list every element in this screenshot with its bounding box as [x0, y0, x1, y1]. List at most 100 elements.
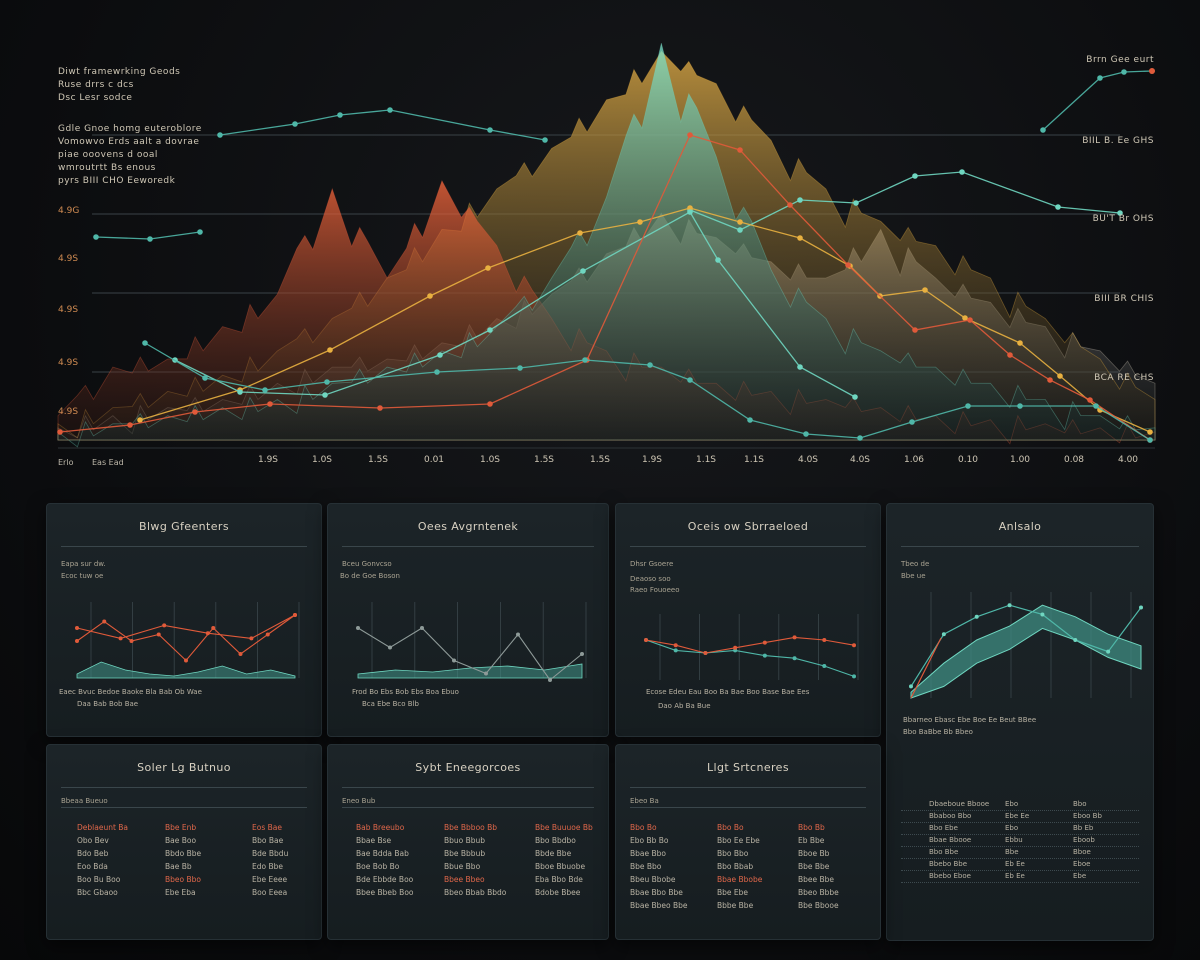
data-point	[292, 121, 298, 127]
table-cell: Bbae Bbobe	[717, 875, 763, 884]
table-cell: Bbeu Bbobe	[630, 875, 676, 884]
table-cell: Boo Bu Boo	[77, 875, 121, 884]
data-point	[703, 651, 708, 655]
list-cell: Eb Ee	[1005, 860, 1025, 868]
x-tick-label: 0.08	[1063, 455, 1085, 465]
panel-title: Oees Avgrntenek	[417, 520, 519, 533]
panel-footer: Bbo BaBbe Bb Bbeo	[903, 728, 973, 736]
table-cell: Bbc Gbaoo	[77, 888, 118, 897]
series-line	[76, 614, 296, 639]
data-point	[1040, 612, 1045, 617]
panel-line-chart-1[interactable]: Blwg Gfeenters Eapa sur dw. Ecoc tuw oe …	[46, 503, 322, 737]
list-divider	[901, 882, 1139, 884]
data-point	[1017, 403, 1023, 409]
data-point	[582, 357, 588, 363]
data-point	[118, 636, 123, 641]
table-header: Eos Bae	[252, 823, 282, 832]
x-tick-label: 1.9S	[641, 455, 663, 465]
x-tick-label: 1.5S	[533, 455, 555, 465]
data-point	[485, 265, 491, 271]
data-point	[129, 639, 134, 643]
table-cell: Bbae Bbeo Bbe	[630, 901, 688, 910]
data-point	[959, 169, 965, 175]
area-series	[76, 661, 296, 679]
divider	[342, 546, 594, 547]
panel-line-chart-2[interactable]: Oees Avgrntenek Bceu Gonvcso Bo de Goe B…	[327, 503, 609, 737]
data-point	[548, 678, 552, 682]
table-cell: Ebe Eeee	[252, 875, 288, 884]
mini-chart	[644, 614, 859, 680]
table-cell: Bbae Bbo	[630, 849, 666, 858]
table-header: Bbo Bo	[630, 823, 657, 832]
table-cell: Ebo Bb Bo	[630, 836, 669, 845]
data-point	[792, 635, 797, 640]
panel-table-2[interactable]: Sybt Eneegorcoes Eneo Bub Bab Breeubo Bba…	[327, 744, 609, 940]
table-cell: Bbee Bbeo	[444, 875, 485, 884]
data-point	[580, 652, 584, 656]
divider	[61, 807, 307, 808]
divider	[630, 787, 866, 788]
table-cell: Bdobe Bbee	[535, 888, 581, 897]
data-point	[822, 664, 827, 668]
table-cell: Bboe Bbuobe	[535, 862, 586, 871]
data-point	[487, 401, 493, 407]
list-cell: Bbo Ebe	[929, 824, 958, 832]
data-point	[792, 656, 797, 661]
data-point	[1087, 397, 1093, 403]
table-cell: Bbue Bbo	[444, 862, 481, 871]
data-point	[787, 202, 793, 208]
list-header: Bbo	[1073, 800, 1087, 808]
table-cell: Bde Ebbde Boo	[356, 875, 414, 884]
panel-footer: Bca Ebe Bco Blb	[362, 700, 419, 708]
list-header: Dbaeboue Bbooe	[929, 800, 990, 808]
data-point	[644, 638, 648, 642]
table-cell: Bae Bdda Bab	[356, 849, 409, 858]
panel-table-1[interactable]: Soler Lg Butnuo Bbeaa Bueuo Deblaeunt Ba…	[46, 744, 322, 940]
data-point	[747, 417, 753, 423]
x-tick-label: 1.06	[903, 455, 925, 465]
data-point	[687, 132, 693, 138]
table-cell: Ebe Eba	[165, 888, 196, 897]
panel-subtitle: Ecoc tuw oe	[61, 572, 104, 580]
data-point	[516, 632, 520, 637]
data-point	[1007, 352, 1013, 358]
data-point	[337, 112, 343, 118]
y-tick-label: 4.9S	[58, 358, 79, 368]
data-point	[967, 317, 973, 323]
x-tick-label: 1.1S	[695, 455, 717, 465]
x-tick-label: 1.5S	[589, 455, 611, 465]
data-point	[687, 209, 693, 215]
data-point	[912, 327, 918, 333]
hero-note-line: Vomowvo Erds aalt a dovrae	[58, 137, 200, 147]
panel-line-chart-3[interactable]: Oceis ow Sbrraeloed Dhsr Gsoere Deaoso s…	[615, 503, 881, 737]
panel-footer: Bbarneo Ebasc Ebe Boe Ee Beut BBee	[903, 716, 1037, 724]
data-point	[57, 429, 63, 435]
data-point	[737, 147, 743, 153]
list-cell: Ebe	[1073, 872, 1087, 880]
x-tick-label: 4.0S	[849, 455, 871, 465]
panel-table-3[interactable]: Llgt Srtcneres Ebeo Ba Bbo Bo Ebo Bb Bo Bb…	[615, 744, 881, 940]
table-cell: Bbeo Bbab Bbdo	[444, 888, 507, 897]
divider	[61, 787, 307, 788]
list-cell: Ebbu	[1005, 836, 1023, 844]
table-cell: Bae Bb	[165, 862, 192, 871]
list-cell: Bbaboo Bbo	[929, 812, 972, 820]
right-series-label: BCA RE CHS	[1094, 373, 1154, 383]
data-point	[1040, 127, 1046, 133]
table-cell: Bbeo Bbo	[165, 875, 201, 884]
data-point	[1057, 373, 1063, 379]
list-cell: Bbe	[1005, 848, 1019, 856]
panel-area-chart[interactable]: Anlsalo Tbeo de Bbe ue Bbarneo Ebasc Ebe…	[886, 503, 1154, 941]
data-point	[909, 684, 913, 689]
list-cell: Bbebo Bbe	[929, 860, 968, 868]
data-point	[237, 389, 243, 395]
data-point	[377, 405, 383, 411]
list-cell: Ebe Ee	[1005, 812, 1030, 820]
data-point	[797, 235, 803, 241]
divider	[342, 807, 594, 808]
list-cell: Bboe	[1073, 848, 1091, 856]
table-column: Bbe Buuuoe Bb Bbo Bbdbo Bbde Bbe Bboe Bbuob…	[535, 821, 593, 899]
table-cell: Boo Eeea	[252, 888, 288, 897]
data-point	[1093, 403, 1099, 409]
list-cell: Ebo	[1005, 824, 1019, 832]
